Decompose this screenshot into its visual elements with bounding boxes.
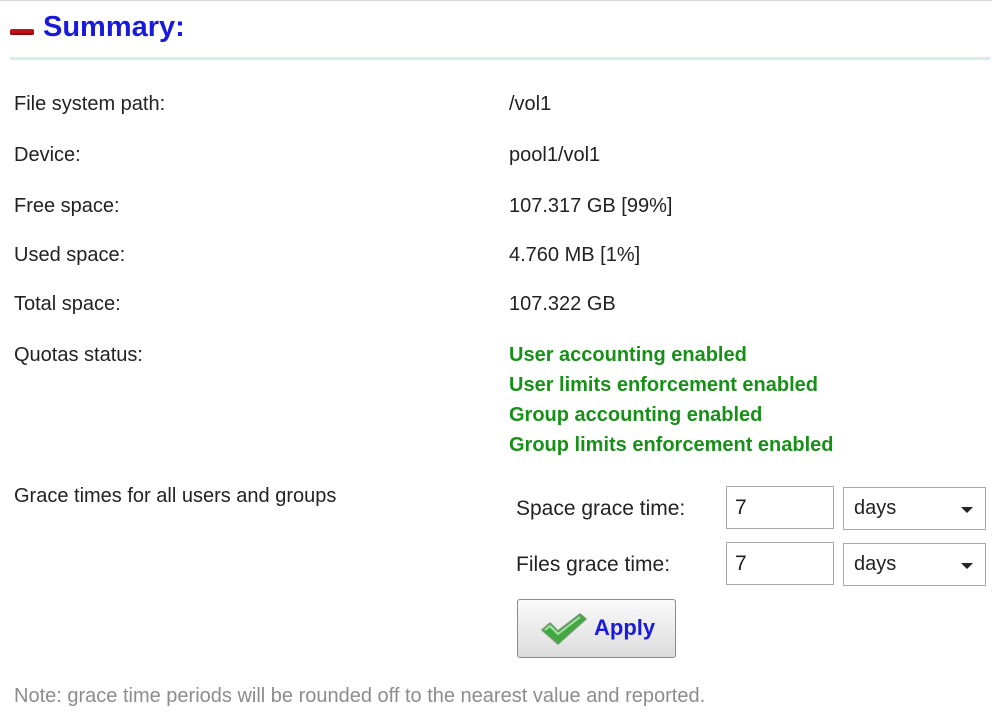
space-grace-unit-select[interactable]: days bbox=[843, 487, 986, 530]
quota-status-item: Group limits enforcement enabled bbox=[509, 434, 834, 456]
quotas-status-label: Quotas status: bbox=[14, 344, 143, 366]
grace-times-label: Grace times for all users and groups bbox=[14, 485, 337, 507]
collapse-minus-icon[interactable] bbox=[10, 29, 34, 35]
chevron-down-icon bbox=[961, 563, 973, 569]
apply-button[interactable]: Apply bbox=[517, 599, 676, 658]
space-grace-label: Space grace time: bbox=[516, 497, 686, 520]
chevron-down-icon bbox=[961, 507, 973, 513]
grace-note: Note: grace time periods will be rounded… bbox=[14, 685, 706, 707]
top-border bbox=[0, 0, 992, 1]
used-space-label: Used space: bbox=[14, 244, 126, 266]
quota-status-item: User limits enforcement enabled bbox=[509, 374, 818, 396]
device-label: Device: bbox=[14, 144, 81, 166]
files-grace-unit-value: days bbox=[854, 553, 897, 575]
section-title: Summary: bbox=[43, 11, 185, 43]
quota-status-item: User accounting enabled bbox=[509, 344, 747, 366]
device-value: pool1/vol1 bbox=[509, 144, 601, 166]
used-space-value: 4.760 MB [1%] bbox=[509, 244, 641, 266]
files-grace-input[interactable] bbox=[726, 542, 834, 585]
files-grace-unit-select[interactable]: days bbox=[843, 543, 986, 586]
checkmark-icon bbox=[541, 613, 587, 645]
free-space-label: Free space: bbox=[14, 195, 120, 217]
total-space-value: 107.322 GB bbox=[509, 293, 616, 315]
free-space-value: 107.317 GB [99%] bbox=[509, 195, 673, 217]
files-grace-label: Files grace time: bbox=[516, 553, 671, 576]
apply-button-label: Apply bbox=[594, 615, 656, 640]
space-grace-input[interactable] bbox=[726, 486, 834, 529]
total-space-label: Total space: bbox=[14, 293, 121, 315]
header-divider bbox=[10, 57, 990, 60]
quota-status-item: Group accounting enabled bbox=[509, 404, 763, 426]
path-label: File system path: bbox=[14, 93, 166, 115]
space-grace-unit-value: days bbox=[854, 497, 897, 519]
path-value: /vol1 bbox=[509, 93, 552, 115]
summary-header: Summary: bbox=[10, 8, 990, 48]
